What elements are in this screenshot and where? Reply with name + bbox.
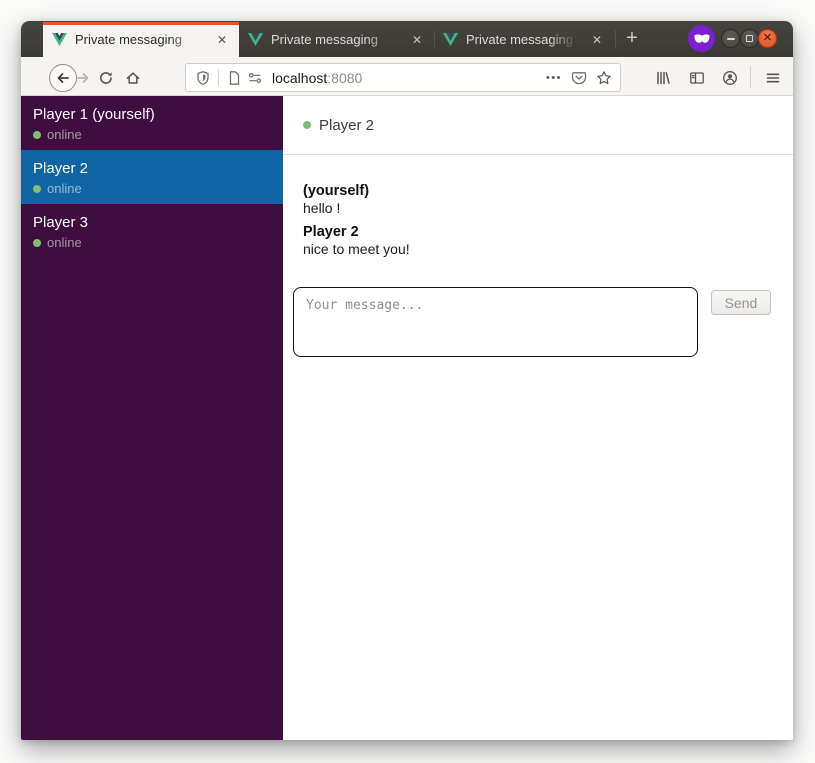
message-text: hello ! xyxy=(303,200,773,217)
page-content: Player 1 (yourself) online Player 2 onli… xyxy=(21,96,793,740)
navigation-toolbar: localhost:8080 ••• xyxy=(21,57,793,96)
user-status: online xyxy=(47,181,82,196)
new-tab-button[interactable]: + xyxy=(621,28,643,50)
urlbar-divider xyxy=(218,69,219,86)
sidebars-button[interactable] xyxy=(689,70,705,86)
sidebars-icon xyxy=(689,70,705,86)
library-button[interactable] xyxy=(655,70,671,86)
sidebar-user-player2[interactable]: Player 2 online xyxy=(21,150,283,204)
account-button[interactable] xyxy=(722,70,738,86)
browser-window: Private messaging ✕ Private messaging ✕ … xyxy=(21,21,793,740)
tab-private-messaging-3[interactable]: Private messaging ✕ xyxy=(434,22,614,57)
home-button[interactable] xyxy=(125,70,141,86)
forward-button[interactable] xyxy=(75,70,91,86)
back-arrow-icon xyxy=(55,70,71,86)
user-name: Player 2 xyxy=(33,159,271,178)
tab-private-messaging-2[interactable]: Private messaging ✕ xyxy=(239,22,434,57)
maximize-button[interactable] xyxy=(740,29,759,48)
minimize-button[interactable] xyxy=(721,29,740,48)
minimize-icon xyxy=(727,38,735,40)
send-button[interactable]: Send xyxy=(711,290,771,315)
tab-close-icon[interactable]: ✕ xyxy=(589,32,605,48)
home-icon xyxy=(125,70,141,86)
sidebar-user-player1[interactable]: Player 1 (yourself) online xyxy=(21,96,283,150)
page-actions-icon[interactable]: ••• xyxy=(546,72,562,84)
bookmark-star-icon[interactable] xyxy=(596,70,612,86)
online-status-dot xyxy=(33,131,41,139)
users-sidebar: Player 1 (yourself) online Player 2 onli… xyxy=(21,96,283,740)
menu-button[interactable] xyxy=(765,70,781,86)
chat-panel: Player 2 (yourself) hello ! Player 2 nic… xyxy=(283,96,793,740)
sidebar-user-player3[interactable]: Player 3 online xyxy=(21,204,283,258)
tab-title: Private messaging xyxy=(466,32,581,47)
pocket-icon[interactable] xyxy=(571,70,587,86)
user-name: Player 3 xyxy=(33,213,271,232)
private-browsing-badge xyxy=(688,25,715,52)
close-window-button[interactable]: ✕ xyxy=(758,29,777,48)
user-status: online xyxy=(47,235,82,250)
tab-close-icon[interactable]: ✕ xyxy=(409,32,425,48)
tab-divider xyxy=(615,30,616,48)
url-port: :8080 xyxy=(327,70,362,86)
forward-arrow-icon xyxy=(75,70,91,86)
vuejs-favicon xyxy=(248,33,263,46)
maximize-icon xyxy=(746,35,753,42)
message-text: nice to meet you! xyxy=(303,241,773,258)
hamburger-menu-icon xyxy=(765,70,781,86)
reload-button[interactable] xyxy=(98,70,114,86)
private-mask-icon xyxy=(694,34,710,44)
chat-header: Player 2 xyxy=(283,96,793,155)
chat-header-username: Player 2 xyxy=(319,117,374,134)
online-status-dot xyxy=(33,185,41,193)
message-list: (yourself) hello ! Player 2 nice to meet… xyxy=(303,182,773,264)
reload-icon xyxy=(98,70,114,86)
titlebar: Private messaging ✕ Private messaging ✕ … xyxy=(21,21,793,57)
library-icon xyxy=(655,70,671,86)
tab-close-icon[interactable]: ✕ xyxy=(214,32,230,48)
url-host: localhost xyxy=(272,70,327,86)
tab-title: Private messaging xyxy=(75,32,206,47)
tab-private-messaging-1[interactable]: Private messaging ✕ xyxy=(43,22,239,57)
url-bar[interactable]: localhost:8080 ••• xyxy=(185,63,621,92)
online-status-dot xyxy=(33,239,41,247)
message-sender: Player 2 xyxy=(303,223,773,241)
message-sender: (yourself) xyxy=(303,182,773,200)
tracking-protection-shield-icon[interactable] xyxy=(195,70,211,86)
vuejs-favicon xyxy=(52,33,67,46)
tab-title: Private messaging xyxy=(271,32,401,47)
message-item: Player 2 nice to meet you! xyxy=(303,223,773,258)
message-input[interactable] xyxy=(293,287,698,357)
back-button[interactable] xyxy=(49,64,77,92)
message-item: (yourself) hello ! xyxy=(303,182,773,217)
vuejs-favicon xyxy=(443,33,458,46)
online-status-dot xyxy=(303,121,311,129)
user-name: Player 1 (yourself) xyxy=(33,105,271,124)
toolbar-divider xyxy=(750,66,751,88)
close-icon: ✕ xyxy=(763,33,772,44)
user-status: online xyxy=(47,127,82,142)
account-icon xyxy=(722,70,738,86)
page-info-icon[interactable] xyxy=(226,70,242,86)
tab-divider xyxy=(434,30,435,48)
permissions-icon[interactable] xyxy=(247,70,263,86)
